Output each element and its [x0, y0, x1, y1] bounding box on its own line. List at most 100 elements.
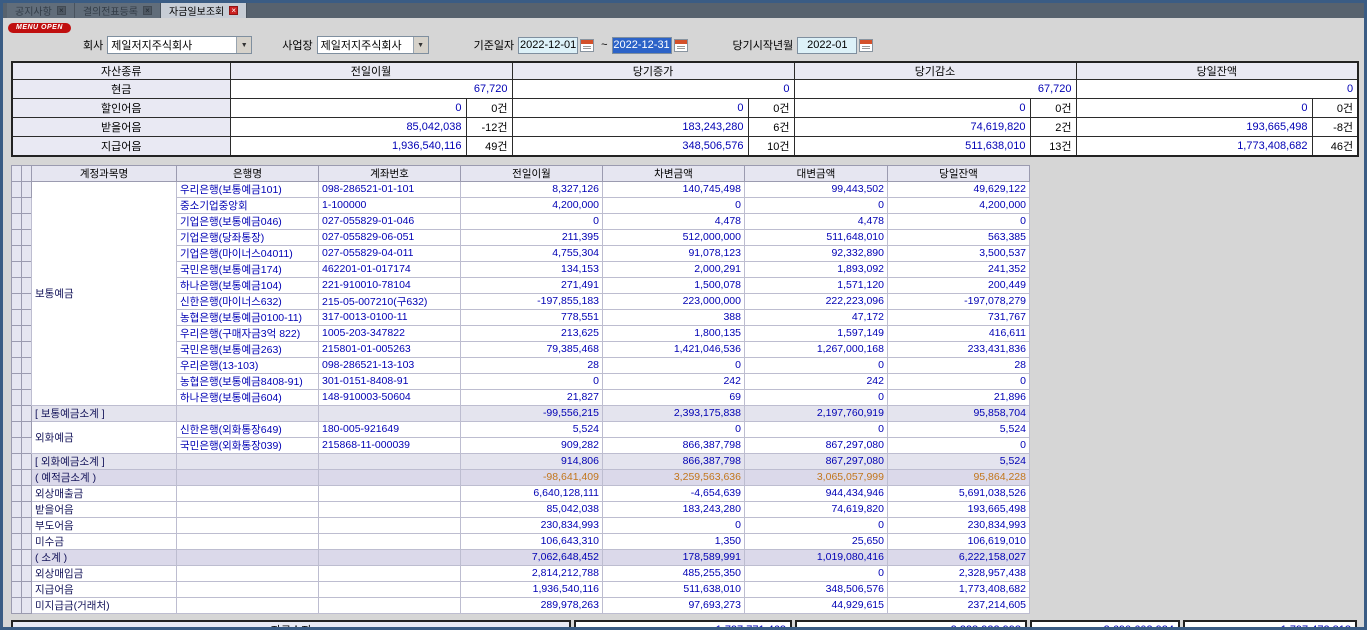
row-label-cell[interactable]: ( 소계 ) [32, 549, 177, 565]
bank-name-cell[interactable] [177, 485, 319, 501]
row-indicator[interactable] [22, 341, 32, 357]
row-indicator[interactable] [12, 437, 22, 453]
amount-cell[interactable]: 511,648,010 [745, 229, 888, 245]
account-group-cell[interactable]: 보통예금 [32, 181, 177, 405]
amount-cell[interactable]: 348,506,576 [745, 581, 888, 597]
row-indicator[interactable] [22, 197, 32, 213]
amount-cell[interactable]: 0 [745, 197, 888, 213]
row-indicator[interactable] [12, 485, 22, 501]
row-label-cell[interactable]: 받을어음 [32, 501, 177, 517]
amount-cell[interactable]: 49,629,122 [888, 181, 1030, 197]
row-indicator[interactable] [12, 517, 22, 533]
amount-cell[interactable]: 193,665,498 [888, 501, 1030, 517]
row-indicator[interactable] [22, 373, 32, 389]
row-indicator[interactable] [22, 229, 32, 245]
amount-cell[interactable]: 563,385 [888, 229, 1030, 245]
amount-cell[interactable]: 0 [603, 197, 745, 213]
amount-cell[interactable]: 4,478 [745, 213, 888, 229]
amount-cell[interactable]: 21,827 [461, 389, 603, 405]
account-number-cell[interactable]: 1005-203-347822 [319, 325, 461, 341]
date-to-input[interactable]: 2022-12-31 [612, 37, 672, 54]
row-indicator[interactable] [12, 565, 22, 581]
row-indicator[interactable] [22, 357, 32, 373]
amount-cell[interactable]: 1,597,149 [745, 325, 888, 341]
amount-cell[interactable]: 0 [745, 517, 888, 533]
amount-cell[interactable]: 1,936,540,116 [461, 581, 603, 597]
account-number-cell[interactable]: 317-0013-0100-11 [319, 309, 461, 325]
amount-cell[interactable]: 271,491 [461, 277, 603, 293]
bank-name-cell[interactable] [177, 565, 319, 581]
amount-cell[interactable]: 2,000,291 [603, 261, 745, 277]
row-indicator[interactable] [22, 325, 32, 341]
bank-name-cell[interactable] [177, 501, 319, 517]
row-indicator[interactable] [22, 485, 32, 501]
row-indicator[interactable] [22, 501, 32, 517]
amount-cell[interactable]: 3,259,563,636 [603, 469, 745, 485]
account-number-cell[interactable]: 098-286521-13-103 [319, 357, 461, 373]
amount-cell[interactable]: 106,643,310 [461, 533, 603, 549]
amount-cell[interactable]: 211,395 [461, 229, 603, 245]
amount-cell[interactable]: 866,387,798 [603, 453, 745, 469]
row-indicator[interactable] [22, 309, 32, 325]
amount-cell[interactable]: 106,619,010 [888, 533, 1030, 549]
amount-cell[interactable]: -197,855,183 [461, 293, 603, 309]
tab-voucher-entry[interactable]: 결의전표등록 × [75, 3, 161, 18]
amount-cell[interactable]: 200,449 [888, 277, 1030, 293]
amount-cell[interactable]: 416,611 [888, 325, 1030, 341]
amount-cell[interactable]: 4,755,304 [461, 245, 603, 261]
calendar-icon[interactable] [674, 39, 688, 52]
bank-name-cell[interactable]: 기업은행(당좌통장) [177, 229, 319, 245]
amount-cell[interactable]: 0 [888, 437, 1030, 453]
amount-cell[interactable]: 44,929,615 [745, 597, 888, 613]
amount-cell[interactable]: 0 [461, 373, 603, 389]
row-indicator[interactable] [22, 437, 32, 453]
amount-cell[interactable]: 1,500,078 [603, 277, 745, 293]
row-indicator[interactable] [22, 421, 32, 437]
row-label-cell[interactable]: [ 외화예금소계 ] [32, 453, 177, 469]
account-number-cell[interactable] [319, 565, 461, 581]
amount-cell[interactable]: 25,650 [745, 533, 888, 549]
amount-cell[interactable]: 5,691,038,526 [888, 485, 1030, 501]
amount-cell[interactable]: 1,571,120 [745, 277, 888, 293]
account-number-cell[interactable]: 301-0151-8408-91 [319, 373, 461, 389]
bank-name-cell[interactable]: 우리은행(보통예금101) [177, 181, 319, 197]
row-indicator[interactable] [22, 533, 32, 549]
row-indicator[interactable] [12, 293, 22, 309]
row-indicator[interactable] [12, 453, 22, 469]
account-number-cell[interactable]: 221-910010-78104 [319, 277, 461, 293]
amount-cell[interactable]: 85,042,038 [461, 501, 603, 517]
row-indicator[interactable] [22, 469, 32, 485]
row-indicator[interactable] [22, 181, 32, 197]
amount-cell[interactable]: 5,524 [888, 421, 1030, 437]
bank-name-cell[interactable]: 국민은행(외화통장039) [177, 437, 319, 453]
amount-cell[interactable]: 511,638,010 [603, 581, 745, 597]
row-indicator[interactable] [12, 469, 22, 485]
account-number-cell[interactable]: 180-005-921649 [319, 421, 461, 437]
amount-cell[interactable]: 222,223,096 [745, 293, 888, 309]
bank-name-cell[interactable]: 농협은행(보통예금8408-91) [177, 373, 319, 389]
row-indicator[interactable] [12, 389, 22, 405]
bank-name-cell[interactable]: 신한은행(외화통장649) [177, 421, 319, 437]
period-start-input[interactable]: 2022-01 [797, 37, 857, 54]
account-group-cell[interactable]: 외화예금 [32, 421, 177, 453]
amount-cell[interactable]: 213,625 [461, 325, 603, 341]
account-number-cell[interactable] [319, 533, 461, 549]
amount-cell[interactable]: 99,443,502 [745, 181, 888, 197]
bank-name-cell[interactable]: 하나은행(보통예금104) [177, 277, 319, 293]
row-indicator[interactable] [12, 245, 22, 261]
account-number-cell[interactable] [319, 517, 461, 533]
account-number-cell[interactable] [319, 485, 461, 501]
row-indicator[interactable] [12, 341, 22, 357]
amount-cell[interactable]: 92,332,890 [745, 245, 888, 261]
amount-cell[interactable]: 0 [745, 389, 888, 405]
amount-cell[interactable]: 5,524 [461, 421, 603, 437]
calendar-icon[interactable] [580, 39, 594, 52]
amount-cell[interactable]: 237,214,605 [888, 597, 1030, 613]
account-number-cell[interactable] [319, 453, 461, 469]
bank-name-cell[interactable]: 기업은행(보통예금046) [177, 213, 319, 229]
row-indicator[interactable] [12, 213, 22, 229]
amount-cell[interactable]: 6,640,128,111 [461, 485, 603, 501]
amount-cell[interactable]: 7,062,648,452 [461, 549, 603, 565]
amount-cell[interactable]: 731,767 [888, 309, 1030, 325]
amount-cell[interactable]: 1,421,046,536 [603, 341, 745, 357]
